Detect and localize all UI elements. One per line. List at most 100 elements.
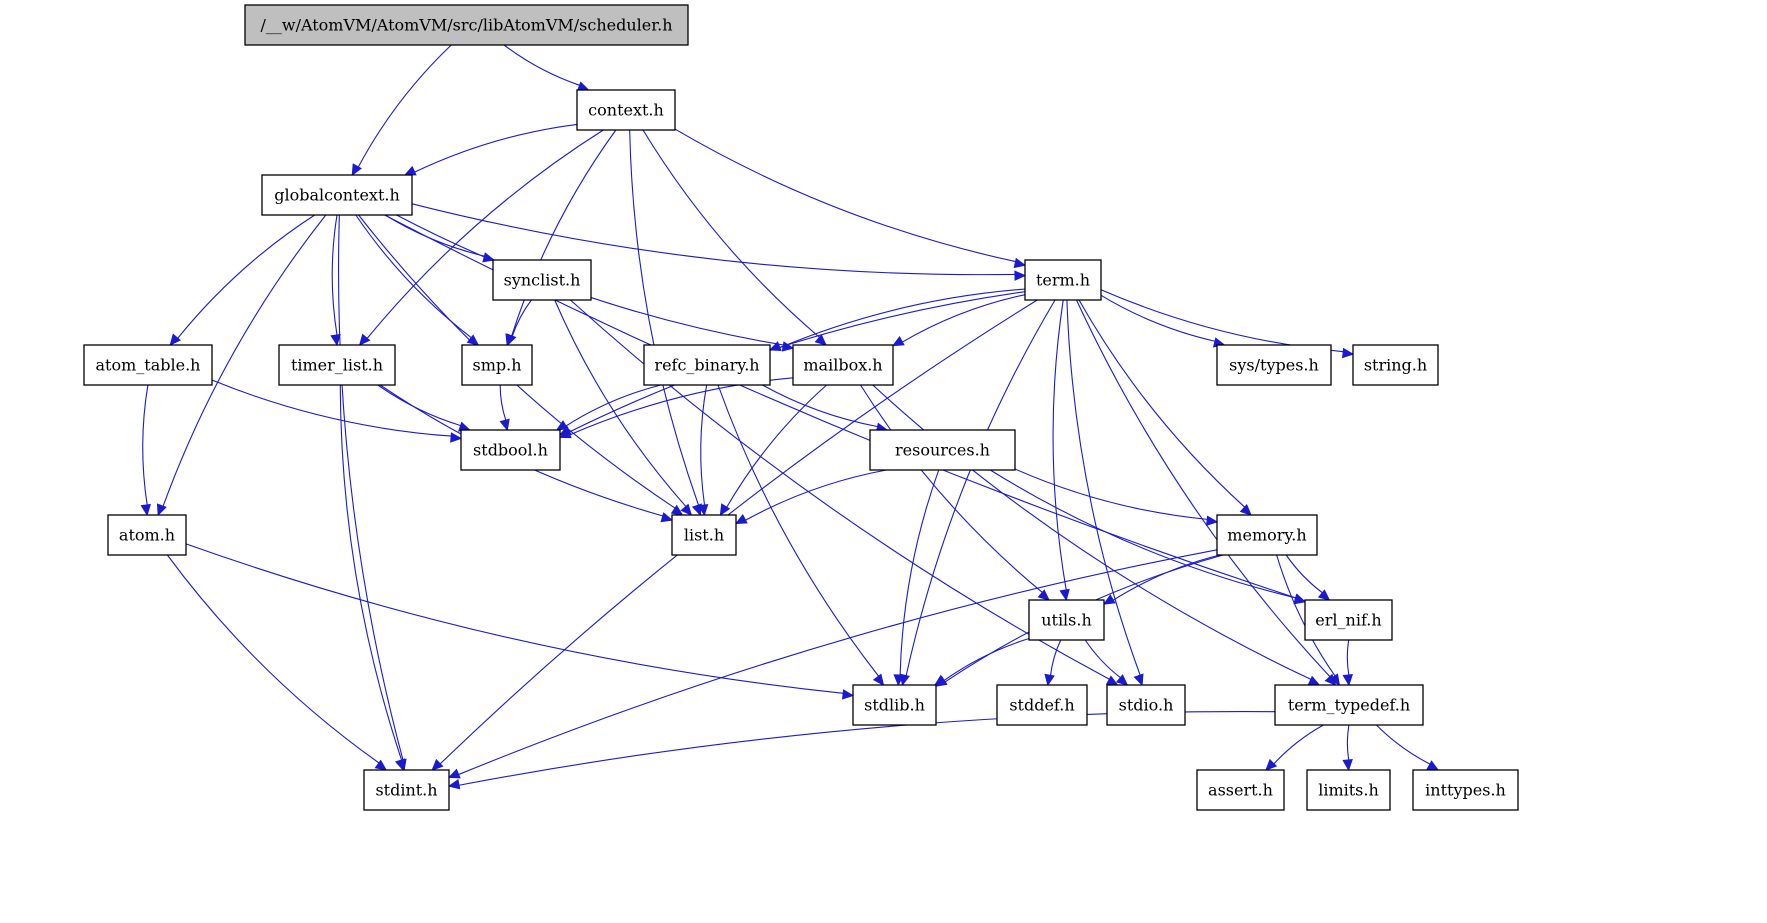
- edge-utils-to-stdlib: [933, 638, 1030, 686]
- edge-line: [499, 384, 507, 421]
- node-mailbox[interactable]: mailbox.h: [792, 344, 894, 386]
- arrowhead-icon: [1342, 673, 1354, 687]
- node-utils[interactable]: utils.h: [1028, 599, 1105, 641]
- edge-term_typedef-to-limits: [1342, 724, 1353, 772]
- edge-context-to-list: [629, 129, 702, 517]
- node-string[interactable]: string.h: [1352, 344, 1439, 386]
- node-list[interactable]: list.h: [671, 514, 737, 556]
- edge-context-to-globalcontext: [403, 123, 578, 176]
- edge-line: [331, 214, 338, 336]
- edge-globalcontext-to-synclist: [384, 214, 495, 263]
- node-label: inttypes.h: [1425, 781, 1506, 800]
- node-label: term_typedef.h: [1288, 696, 1410, 715]
- node-timer-list[interactable]: timer_list.h: [278, 344, 396, 386]
- arrowhead-icon: [1105, 675, 1119, 686]
- node-stdbool[interactable]: stdbool.h: [460, 429, 561, 471]
- node-label: stdbool.h: [473, 441, 548, 460]
- arrowhead-icon: [1342, 347, 1355, 359]
- node-term[interactable]: term.h: [1024, 259, 1102, 301]
- arrowhead-icon: [1205, 515, 1219, 526]
- arrowhead-icon: [450, 432, 463, 443]
- node-label: stdio.h: [1119, 696, 1174, 715]
- arrowhead-icon: [1037, 589, 1050, 601]
- arrowhead-icon: [1239, 503, 1252, 516]
- node-label: memory.h: [1227, 526, 1306, 545]
- arrowhead-icon: [1342, 759, 1353, 772]
- arrowhead-icon: [447, 768, 461, 779]
- edge-line: [1014, 468, 1208, 520]
- edge-resources-to-list: [734, 469, 887, 525]
- edge-refc_binary-to-resources: [762, 384, 889, 433]
- node-sys-types[interactable]: sys/types.h: [1216, 344, 1332, 386]
- arrowhead-icon: [431, 758, 444, 771]
- edge-line: [717, 384, 880, 677]
- node-label: smp.h: [472, 356, 521, 375]
- node-label: string.h: [1364, 356, 1427, 375]
- arrowhead-icon: [447, 779, 461, 790]
- edge-timer_list-to-stdint: [339, 384, 406, 772]
- edge-memory-to-utils: [1102, 554, 1220, 605]
- arrowhead-icon: [403, 165, 417, 176]
- edge-scheduler-to-context: [503, 44, 590, 92]
- arrowhead-icon: [1059, 588, 1070, 602]
- edge-line: [860, 384, 1043, 593]
- arrowhead-icon: [872, 673, 885, 686]
- arrowhead-icon: [1044, 673, 1055, 687]
- node-stdio[interactable]: stdio.h: [1106, 684, 1186, 726]
- node-smp[interactable]: smp.h: [461, 344, 533, 386]
- node-limits[interactable]: limits.h: [1306, 769, 1391, 811]
- node-assert[interactable]: assert.h: [1196, 769, 1285, 811]
- include-dependency-graph: /__w/AtomVM/AtomVM/src/libAtomVM/schedul…: [83, 4, 1519, 811]
- node-atom[interactable]: atom.h: [107, 514, 187, 556]
- edge-line: [503, 44, 580, 86]
- node-stddef[interactable]: stddef.h: [996, 684, 1088, 726]
- edge-line: [565, 384, 661, 427]
- edge-line: [185, 543, 844, 694]
- arrowhead-icon: [358, 333, 371, 346]
- edge-line: [338, 214, 404, 761]
- edge-line: [1078, 299, 1246, 508]
- node-refc-binary[interactable]: refc_binary.h: [643, 344, 771, 386]
- edge-globalcontext-to-mailbox: [396, 214, 795, 352]
- node-label: atom_table.h: [96, 356, 201, 375]
- arrowhead-icon: [1265, 758, 1278, 771]
- node-label: term.h: [1036, 271, 1090, 290]
- edge-line: [357, 44, 452, 168]
- edge-timer_list-to-stdbool: [377, 384, 471, 432]
- edge-globalcontext-to-stdint: [338, 214, 407, 772]
- node-stdint[interactable]: stdint.h: [363, 769, 450, 811]
- node-memory[interactable]: memory.h: [1216, 514, 1318, 556]
- edge-line: [674, 128, 1016, 263]
- edge-line: [1273, 724, 1324, 765]
- node-context[interactable]: context.h: [576, 89, 676, 131]
- arrowhead-icon: [1133, 673, 1144, 687]
- edge-term_typedef-to-inttypes: [1376, 724, 1440, 771]
- node-label: utils.h: [1041, 611, 1092, 630]
- edge-utils-to-stddef: [1044, 639, 1062, 687]
- edge-line: [1084, 639, 1121, 679]
- edge-mailbox-to-stdbool: [558, 377, 794, 439]
- arrowhead-icon: [933, 674, 947, 686]
- edge-synclist-to-smp: [506, 299, 532, 347]
- arrowhead-icon: [1426, 760, 1440, 771]
- node-term-typedef[interactable]: term_typedef.h: [1274, 684, 1424, 726]
- edge-line: [1100, 289, 1344, 353]
- node-inttypes[interactable]: inttypes.h: [1412, 769, 1519, 811]
- node-label: atom.h: [119, 526, 175, 545]
- arrowhead-icon: [680, 503, 693, 516]
- node-label: timer_list.h: [291, 356, 383, 375]
- edge-line: [339, 384, 403, 761]
- node-label: resources.h: [895, 441, 990, 460]
- node-synclist[interactable]: synclist.h: [492, 259, 592, 301]
- node-globalcontext[interactable]: globalcontext.h: [261, 174, 413, 216]
- edge-term-to-utils: [1052, 299, 1070, 602]
- node-atom-table[interactable]: atom_table.h: [83, 344, 213, 386]
- node-stdlib[interactable]: stdlib.h: [852, 684, 937, 726]
- edge-erl_nif-to-term_typedef: [1342, 639, 1354, 687]
- node-resources[interactable]: resources.h: [869, 429, 1016, 471]
- node-label: refc_binary.h: [654, 356, 759, 375]
- edge-atom_table-to-atom: [140, 384, 151, 517]
- node-erl-nif[interactable]: erl_nif.h: [1304, 599, 1393, 641]
- edge-line: [1346, 639, 1350, 676]
- node-label: erl_nif.h: [1315, 611, 1381, 630]
